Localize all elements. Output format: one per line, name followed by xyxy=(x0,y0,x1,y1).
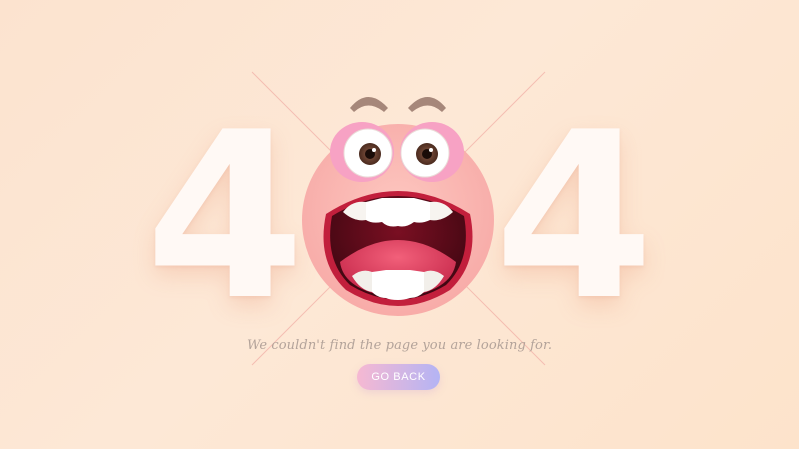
left-eyebrow xyxy=(350,97,388,112)
right-eye-icon xyxy=(400,128,450,178)
open-mouth-icon xyxy=(323,191,473,306)
left-eye-icon xyxy=(343,128,393,178)
error-404-page: 4 4 We couldn't find the page you are lo… xyxy=(0,0,799,449)
go-back-button[interactable]: GO BACK xyxy=(357,364,440,390)
error-message: We couldn't find the page you are lookin… xyxy=(246,338,553,353)
right-eyebrow xyxy=(408,97,446,112)
screaming-face-illustration xyxy=(302,97,494,316)
